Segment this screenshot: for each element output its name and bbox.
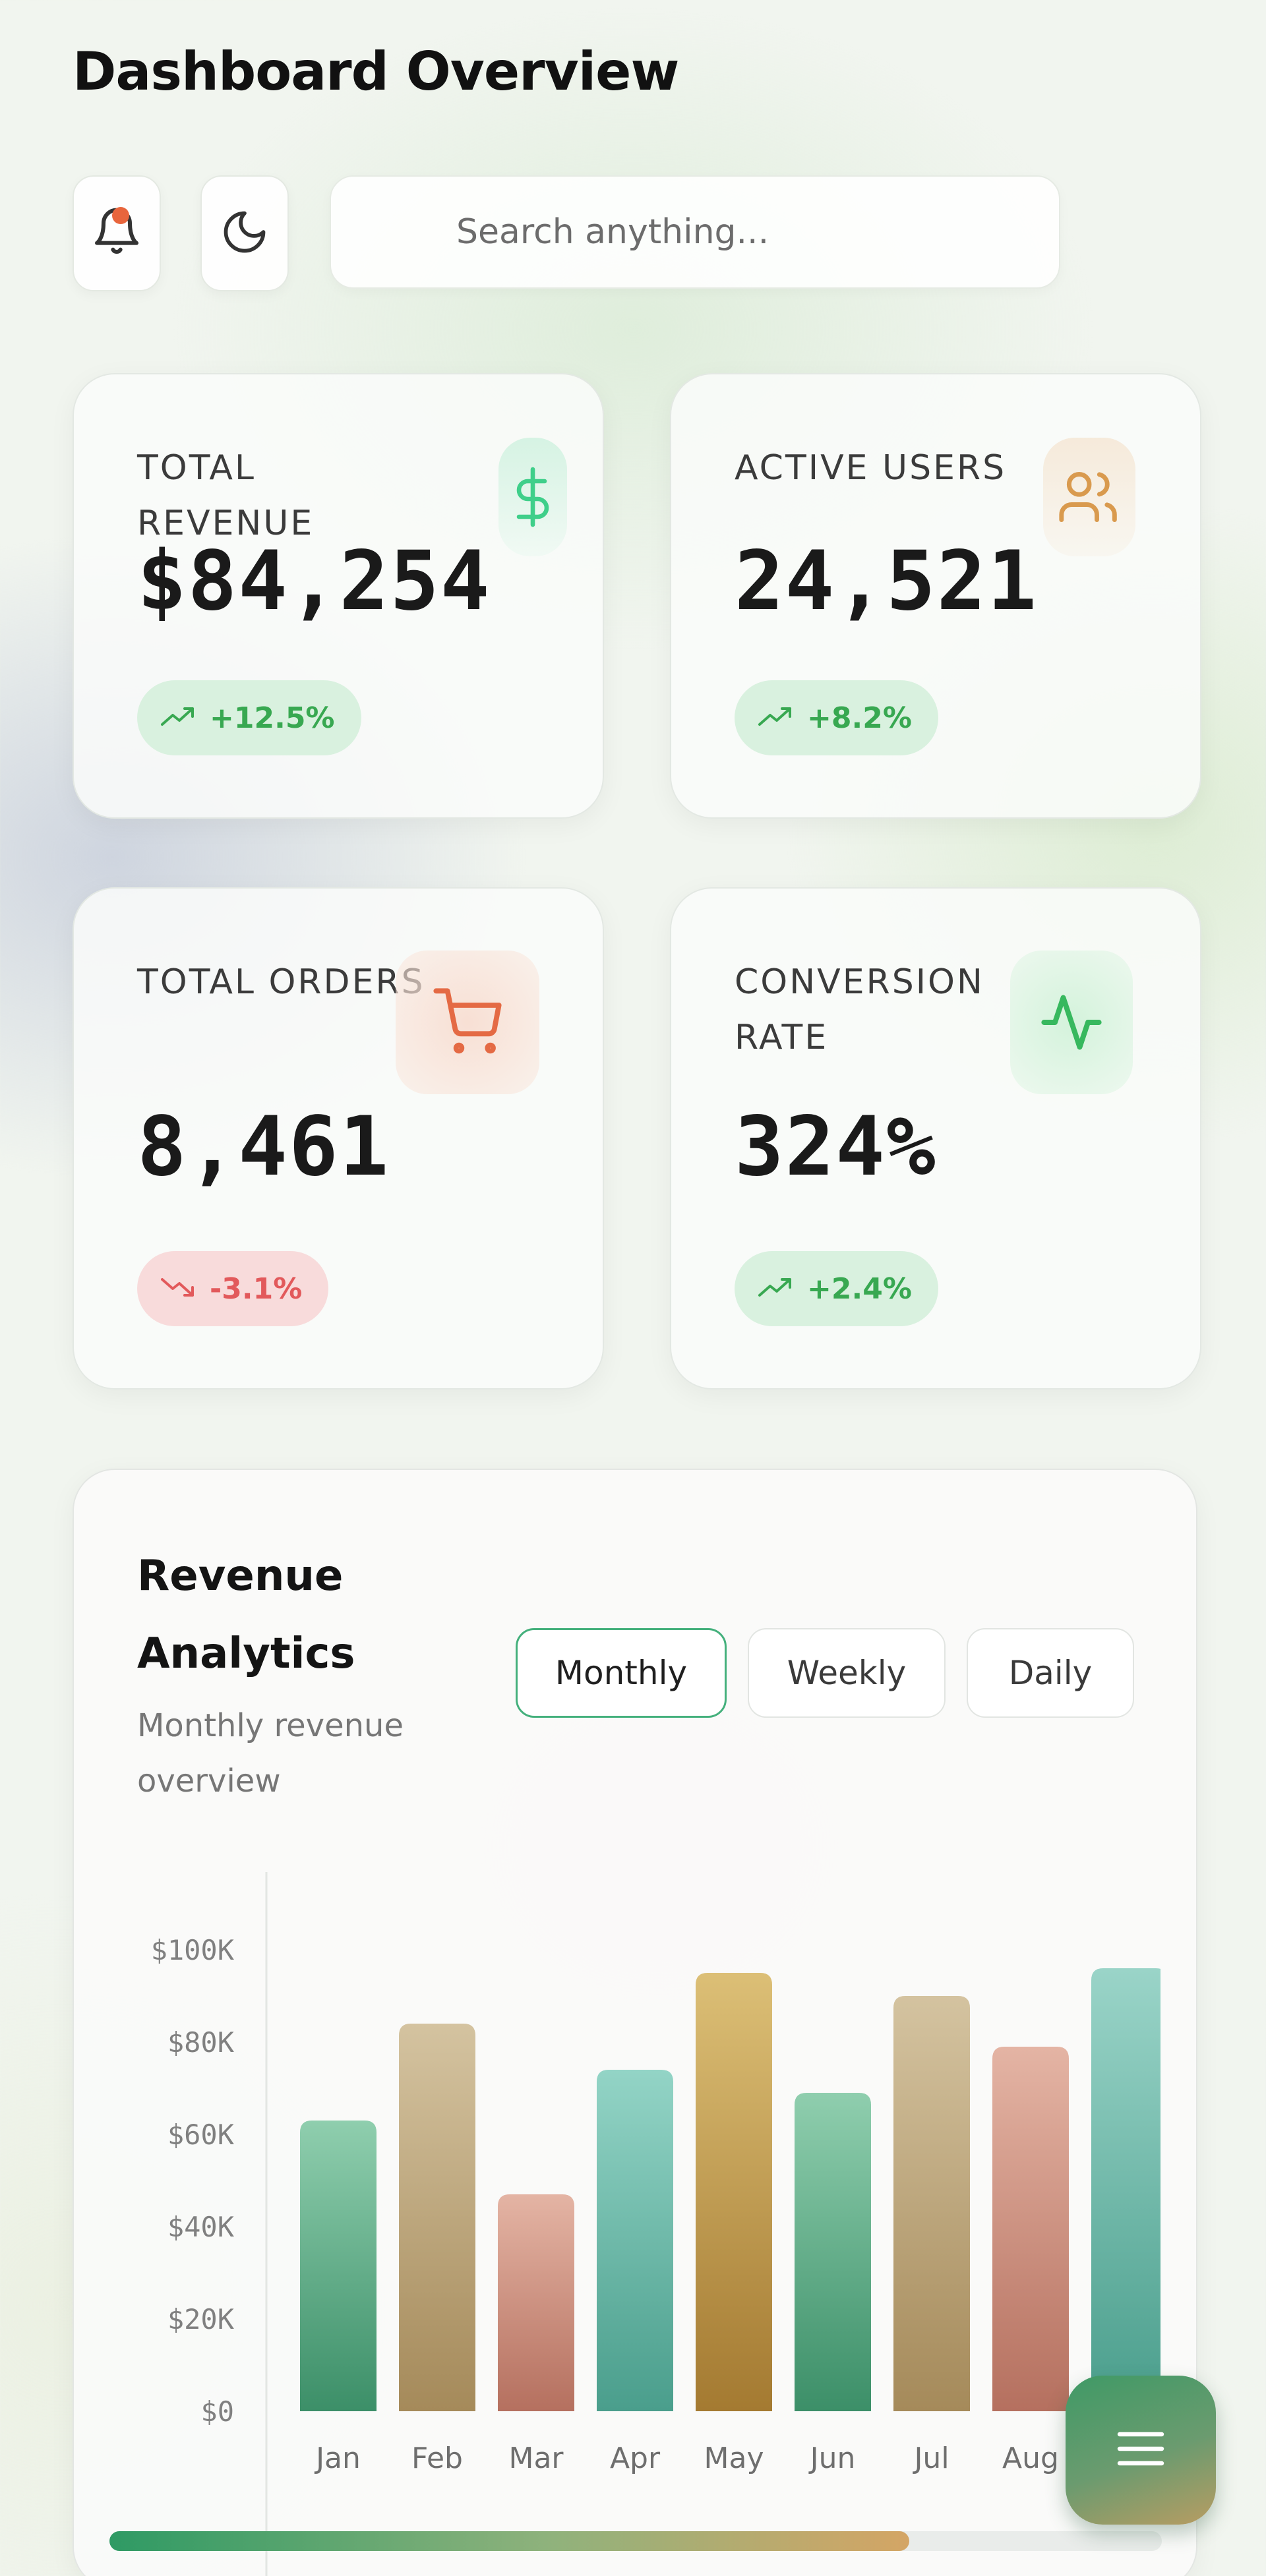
x-tick-label: Jul [912,2442,949,2475]
bar-apr[interactable] [597,2070,673,2411]
bar-sep[interactable] [1091,1968,1168,2411]
chart-scroll-track[interactable] [109,2531,1162,2551]
y-tick-label: $40K [167,2211,235,2243]
y-tick-label: $100K [151,1934,235,1966]
x-tick-label: Jun [808,2442,856,2475]
bar-jun[interactable] [795,2093,871,2411]
bar-jan[interactable] [300,2121,377,2411]
bar-jul[interactable] [893,1996,970,2411]
y-tick-label: $20K [167,2303,235,2335]
bar-may[interactable] [696,1973,772,2411]
x-tick-label: Jan [314,2442,361,2475]
bar-feb[interactable] [399,2024,475,2411]
x-tick-label: Mar [508,2442,564,2475]
x-tick-label: Aug [1002,2442,1059,2475]
x-tick-label: Feb [411,2442,463,2475]
x-tick-label: Apr [610,2442,661,2475]
revenue-bar-chart: $0 $20K $40K $60K $80K $100K Jan Feb Mar Apr May Ju… [151,1872,1168,2576]
y-tick-label: $0 [200,2395,234,2428]
y-tick-label: $60K [167,2119,235,2151]
chart-scroll-thumb[interactable] [109,2531,909,2551]
menu-fab-button[interactable] [1066,2376,1216,2525]
y-tick-label: $80K [167,2026,235,2059]
x-tick-label: May [704,2442,764,2475]
bar-aug[interactable] [992,2047,1069,2411]
menu-icon [1114,2428,1167,2473]
bar-mar[interactable] [498,2194,574,2411]
